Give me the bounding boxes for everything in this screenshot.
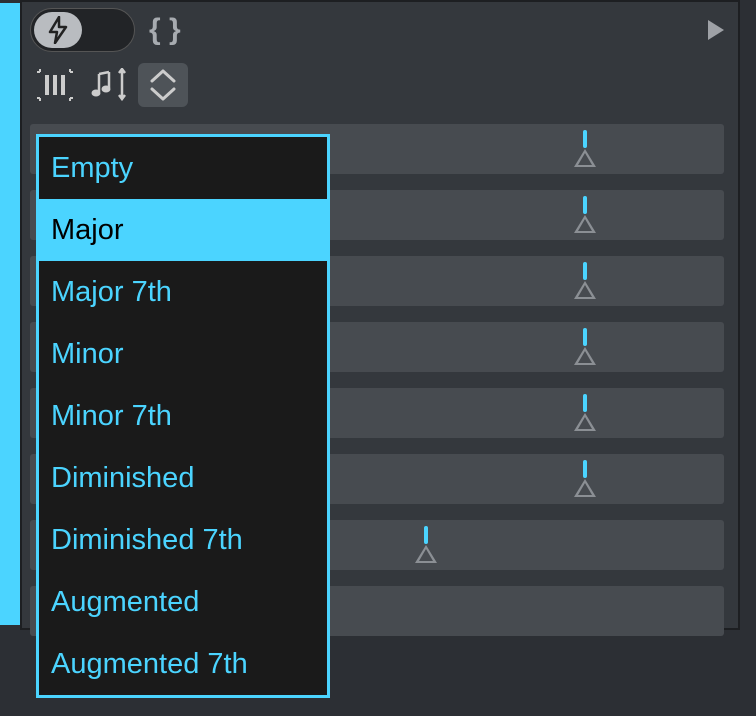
chevrons-button[interactable] xyxy=(138,63,188,107)
notes-icon xyxy=(89,68,129,102)
play-button[interactable] xyxy=(708,20,724,40)
thumb-base xyxy=(574,281,596,299)
thumb-indicator xyxy=(583,262,587,280)
up-down-chevrons-icon xyxy=(147,68,179,102)
slider-thumb[interactable] xyxy=(574,328,596,368)
thumb-base xyxy=(574,347,596,365)
thumb-base xyxy=(574,413,596,431)
slider-thumb[interactable] xyxy=(574,394,596,434)
dropdown-item[interactable]: Minor xyxy=(39,323,327,385)
dropdown-item[interactable]: Empty xyxy=(39,137,327,199)
mid-toolbar xyxy=(22,58,738,112)
dropdown-item[interactable]: Minor 7th xyxy=(39,385,327,447)
thumb-indicator xyxy=(583,196,587,214)
notes-button[interactable] xyxy=(84,63,134,107)
top-toolbar: { } xyxy=(22,2,738,58)
accent-strip xyxy=(0,3,20,625)
thumb-base xyxy=(574,215,596,233)
chord-dropdown[interactable]: EmptyMajorMajor 7thMinorMinor 7thDiminis… xyxy=(36,134,330,698)
slider-thumb[interactable] xyxy=(574,130,596,170)
slider-thumb[interactable] xyxy=(574,262,596,302)
dropdown-item[interactable]: Augmented 7th xyxy=(39,633,327,695)
dropdown-item[interactable]: Major xyxy=(39,199,327,261)
slider-thumb[interactable] xyxy=(574,196,596,236)
dropdown-item[interactable]: Diminished 7th xyxy=(39,509,327,571)
dropdown-item[interactable]: Major 7th xyxy=(39,261,327,323)
thumb-base xyxy=(415,545,437,563)
piano-roll-icon xyxy=(36,68,74,102)
lightning-icon xyxy=(47,16,69,44)
thumb-indicator xyxy=(583,328,587,346)
thumb-indicator xyxy=(583,394,587,412)
thumb-base xyxy=(574,479,596,497)
thumb-base xyxy=(574,149,596,167)
slider-thumb[interactable] xyxy=(415,526,437,566)
piano-roll-button[interactable] xyxy=(30,63,80,107)
thumb-indicator xyxy=(424,526,428,544)
toggle-knob xyxy=(34,12,82,48)
braces-button[interactable]: { } xyxy=(143,8,187,52)
dropdown-item[interactable]: Diminished xyxy=(39,447,327,509)
slider-thumb[interactable] xyxy=(574,460,596,500)
thumb-indicator xyxy=(583,460,587,478)
power-toggle[interactable] xyxy=(30,8,135,52)
thumb-indicator xyxy=(583,130,587,148)
dropdown-item[interactable]: Augmented xyxy=(39,571,327,633)
